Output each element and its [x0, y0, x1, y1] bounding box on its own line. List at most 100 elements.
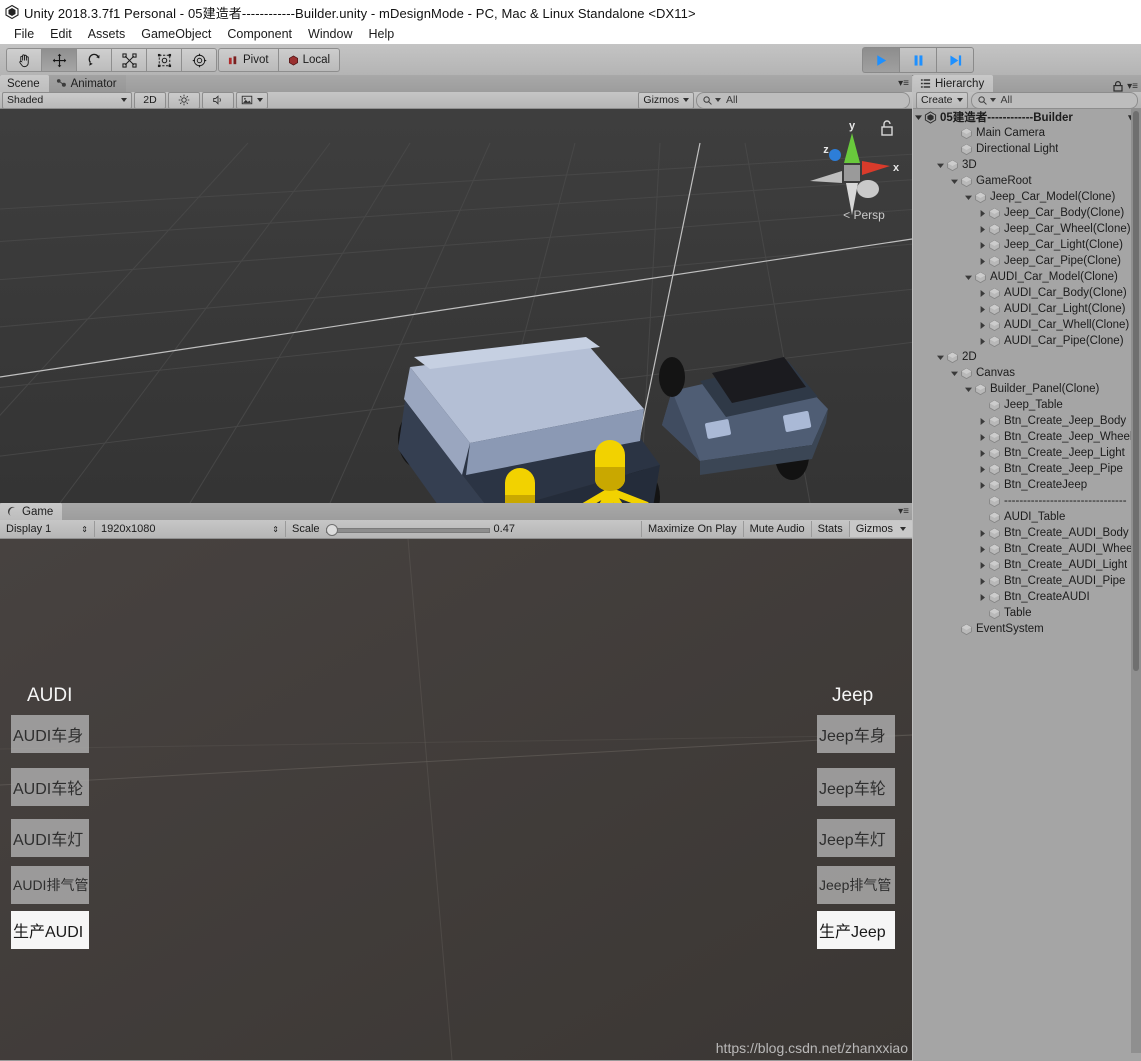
hierarchy-item[interactable]: Canvas [913, 365, 1141, 381]
expand-arrow-down-icon[interactable] [913, 113, 924, 122]
search-filter-chevron-icon[interactable] [715, 98, 721, 102]
expand-arrow-down-icon[interactable] [963, 385, 974, 394]
hierarchy-item[interactable]: AUDI_Car_Light(Clone) [913, 301, 1141, 317]
expand-arrow-right-icon[interactable] [977, 545, 988, 554]
hierarchy-item[interactable]: Jeep_Car_Wheel(Clone) [913, 221, 1141, 237]
rect-tool-button[interactable] [146, 48, 181, 72]
audi-light-button[interactable]: AUDI车灯 [11, 819, 89, 857]
pivot-button[interactable]: Pivot [218, 48, 279, 72]
hierarchy-item[interactable]: Builder_Panel(Clone) [913, 381, 1141, 397]
hierarchy-item[interactable]: Main Camera [913, 125, 1141, 141]
expand-arrow-right-icon[interactable] [977, 417, 988, 426]
game-viewport[interactable]: 建造者模式 AUDI Jeep AUDI车身 AUDI车轮 AUDI车灯 AUD… [0, 539, 912, 1060]
hierarchy-scene-root[interactable]: 05建造者------------Builder ▾≡ [913, 109, 1141, 125]
hierarchy-item[interactable]: AUDI_Car_Pipe(Clone) [913, 333, 1141, 349]
hierarchy-panel-menu-icon[interactable]: ▾≡ [1127, 81, 1138, 92]
hierarchy-item[interactable]: Table [913, 605, 1141, 621]
hierarchy-item[interactable]: AUDI_Car_Model(Clone) [913, 269, 1141, 285]
scene-viewport[interactable]: y x z < Persp [0, 109, 912, 503]
hierarchy-item[interactable]: Btn_Create_Jeep_Pipe [913, 461, 1141, 477]
expand-arrow-right-icon[interactable] [977, 241, 988, 250]
menu-assets[interactable]: Assets [80, 27, 134, 41]
hierarchy-item[interactable]: Btn_Create_Jeep_Light [913, 445, 1141, 461]
audi-wheel-button[interactable]: AUDI车轮 [11, 768, 89, 806]
scene-fx-button[interactable] [236, 91, 268, 109]
expand-arrow-down-icon[interactable] [963, 193, 974, 202]
maximize-on-play-button[interactable]: Maximize On Play [640, 521, 744, 537]
jeep-wheel-button[interactable]: Jeep车轮 [817, 768, 895, 806]
scene-search-input[interactable]: All [696, 91, 910, 109]
play-button[interactable] [862, 47, 899, 73]
pause-button[interactable] [899, 47, 936, 73]
jeep-pipe-button[interactable]: Jeep排气管 [817, 866, 895, 904]
hierarchy-scrollbar-thumb[interactable] [1133, 111, 1139, 671]
expand-arrow-down-icon[interactable] [935, 161, 946, 170]
expand-arrow-right-icon[interactable] [977, 577, 988, 586]
game-panel-menu-icon[interactable]: ▾≡ [898, 506, 909, 517]
hierarchy-item[interactable]: Directional Light [913, 141, 1141, 157]
expand-arrow-right-icon[interactable] [977, 289, 988, 298]
expand-arrow-right-icon[interactable] [977, 481, 988, 490]
scene-audio-button[interactable] [202, 91, 234, 109]
expand-arrow-right-icon[interactable] [977, 321, 988, 330]
expand-arrow-right-icon[interactable] [977, 337, 988, 346]
scale-slider[interactable] [325, 524, 490, 536]
tab-game[interactable]: Game [0, 503, 63, 520]
resolution-dropdown[interactable]: 1920x1080 ⇕ [95, 521, 286, 537]
scale-slider-group[interactable]: Scale 0.47 [286, 521, 521, 537]
expand-arrow-right-icon[interactable] [977, 561, 988, 570]
hierarchy-tree[interactable]: 05建造者------------Builder ▾≡ Main Camera D… [913, 109, 1141, 1053]
hierarchy-search-input[interactable]: All [970, 91, 1138, 109]
stats-button[interactable]: Stats [812, 521, 850, 537]
expand-arrow-down-icon[interactable] [949, 177, 960, 186]
menu-window[interactable]: Window [300, 27, 360, 41]
toggle-2d-button[interactable]: 2D [134, 91, 166, 109]
rotate-tool-button[interactable] [76, 48, 111, 72]
hierarchy-item[interactable]: AUDI_Car_Whell(Clone) [913, 317, 1141, 333]
audi-body-button[interactable]: AUDI车身 [11, 715, 89, 753]
step-button[interactable] [936, 47, 974, 73]
shading-mode-dropdown[interactable]: Shaded [2, 91, 132, 109]
hierarchy-item[interactable]: Btn_CreateAUDI [913, 589, 1141, 605]
expand-arrow-right-icon[interactable] [977, 433, 988, 442]
hierarchy-item[interactable]: GameRoot [913, 173, 1141, 189]
hierarchy-item[interactable]: EventSystem [913, 621, 1141, 637]
hierarchy-search-filter-chevron-icon[interactable] [989, 98, 996, 102]
move-tool-button[interactable] [41, 48, 76, 72]
menu-edit[interactable]: Edit [42, 27, 80, 41]
create-jeep-button[interactable]: 生产Jeep [817, 911, 895, 949]
hierarchy-item[interactable]: Btn_CreateJeep [913, 477, 1141, 493]
hierarchy-item[interactable]: AUDI_Table [913, 509, 1141, 525]
tab-scene[interactable]: Scene [0, 75, 49, 92]
expand-arrow-right-icon[interactable] [977, 593, 988, 602]
create-dropdown[interactable]: Create [916, 91, 968, 109]
hierarchy-item[interactable]: Jeep_Car_Light(Clone) [913, 237, 1141, 253]
tab-animator[interactable]: Animator [48, 75, 126, 92]
scene-panel-menu-icon[interactable]: ▾≡ [898, 78, 909, 89]
hierarchy-item[interactable]: Jeep_Table [913, 397, 1141, 413]
jeep-light-button[interactable]: Jeep车灯 [817, 819, 895, 857]
menu-help[interactable]: Help [360, 27, 402, 41]
jeep-body-button[interactable]: Jeep车身 [817, 715, 895, 753]
hand-tool-button[interactable] [6, 48, 41, 72]
hierarchy-item[interactable]: -------------------------------- [913, 493, 1141, 509]
hierarchy-item[interactable]: Jeep_Car_Pipe(Clone) [913, 253, 1141, 269]
hierarchy-item[interactable]: 3D [913, 157, 1141, 173]
mute-audio-button[interactable]: Mute Audio [744, 521, 812, 537]
expand-arrow-down-icon[interactable] [963, 273, 974, 282]
tab-hierarchy[interactable]: Hierarchy [913, 75, 994, 92]
display-dropdown[interactable]: Display 1 ⇕ [0, 521, 95, 537]
hierarchy-item[interactable]: Jeep_Car_Body(Clone) [913, 205, 1141, 221]
expand-arrow-right-icon[interactable] [977, 529, 988, 538]
scene-axis-gizmo[interactable]: y x z < Persp [802, 119, 902, 229]
menu-file[interactable]: File [6, 27, 42, 41]
scale-slider-thumb[interactable] [325, 524, 338, 536]
hierarchy-item[interactable]: Jeep_Car_Model(Clone) [913, 189, 1141, 205]
gizmos-dropdown[interactable]: Gizmos [638, 91, 694, 109]
expand-arrow-right-icon[interactable] [977, 465, 988, 474]
local-button[interactable]: Local [278, 48, 341, 72]
menu-gameobject[interactable]: GameObject [133, 27, 219, 41]
hierarchy-scrollbar[interactable] [1131, 109, 1141, 1053]
hierarchy-item[interactable]: Btn_Create_AUDI_Pipe [913, 573, 1141, 589]
expand-arrow-right-icon[interactable] [977, 449, 988, 458]
